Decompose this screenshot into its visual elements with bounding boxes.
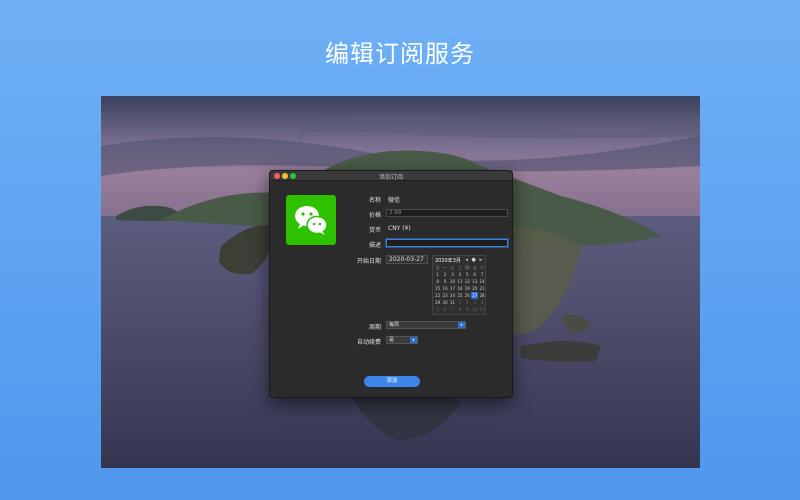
calendar-day[interactable]: 13	[471, 278, 478, 285]
calendar-nav-arrows[interactable]: ◂ ● ▸	[465, 257, 483, 263]
calendar-grid: 日 一 二 三 四 五 六 1 2 3 4 5 6 7 8 9 10 11 12…	[434, 264, 486, 313]
auto-renew-select-value: 是	[389, 337, 395, 343]
description-label: 描述	[368, 242, 381, 249]
calendar-day[interactable]: 14	[478, 278, 485, 285]
weekday-label: 日	[435, 265, 440, 270]
weekday-label: 三	[457, 265, 462, 270]
date-picker-calendar: 2020年3月 ◂ ● ▸ 日 一 二 三 四 五 六 1 2 3 4 5 6 …	[432, 255, 486, 315]
calendar-day[interactable]: 6	[441, 306, 448, 313]
window-title: 添加订阅	[378, 174, 403, 181]
price-input[interactable]: 2.99	[386, 209, 508, 217]
weekday-label: 一	[443, 265, 448, 270]
calendar-day[interactable]: 30	[441, 299, 448, 306]
calendar-day[interactable]: 7	[478, 271, 485, 278]
calendar-day[interactable]: 1	[434, 271, 441, 278]
chevron-down-icon: ▾	[410, 337, 417, 343]
name-value: 微信	[388, 197, 401, 204]
calendar-day[interactable]: 10	[471, 306, 478, 313]
period-label: 周期	[368, 324, 381, 331]
calendar-day[interactable]: 12	[464, 278, 471, 285]
wechat-icon[interactable]	[286, 195, 336, 245]
calendar-month-title: 2020年3月	[435, 258, 461, 264]
calendar-day[interactable]: 8	[434, 278, 441, 285]
calendar-day[interactable]: 24	[449, 292, 456, 299]
calendar-week-row: 15 16 17 18 19 20 21	[434, 285, 486, 292]
calendar-day[interactable]: 9	[464, 306, 471, 313]
calendar-week-row: 5 6 7 8 9 10 11	[434, 306, 486, 313]
calendar-day[interactable]: 3	[471, 299, 478, 306]
calendar-day[interactable]: 1	[456, 299, 463, 306]
weekday-label: 四	[465, 265, 470, 270]
calendar-day[interactable]: 5	[434, 306, 441, 313]
weekday-label: 二	[450, 265, 455, 270]
calendar-day[interactable]: 7	[449, 306, 456, 313]
weekday-label: 六	[480, 265, 485, 270]
name-label: 名称	[368, 197, 381, 204]
add-subscription-window: 添加订阅 名称 微信 价格 2.99 货币 CNY (¥) 描述 开始日期 20…	[269, 170, 513, 398]
chevron-down-icon: ▾	[458, 322, 465, 328]
calendar-day-selected[interactable]: 27	[470, 292, 479, 299]
price-label: 价格	[368, 212, 381, 219]
calendar-day[interactable]: 29	[434, 299, 441, 306]
currency-value[interactable]: CNY (¥)	[388, 225, 411, 232]
auto-renew-label: 自动续费	[356, 339, 381, 346]
page-headline: 编辑订阅服务	[325, 40, 475, 68]
calendar-day[interactable]: 4	[478, 299, 485, 306]
calendar-week-row: 22 23 24 25 26 27 28	[434, 292, 486, 299]
calendar-day[interactable]: 28	[478, 292, 485, 299]
window-titlebar: 添加订阅	[270, 171, 512, 181]
weekday-label: 五	[472, 265, 477, 270]
calendar-week-row: 8 9 10 11 12 13 14	[434, 278, 486, 285]
calendar-day[interactable]: 11	[478, 306, 485, 313]
calendar-day[interactable]: 23	[441, 292, 448, 299]
start-date-label: 开始日期	[356, 258, 381, 265]
calendar-day[interactable]: 6	[471, 271, 478, 278]
calendar-week-row: 1 2 3 4 5 6 7	[434, 271, 486, 278]
auto-renew-select[interactable]: 是 ▾	[386, 336, 418, 344]
add-button[interactable]: 添加	[364, 376, 420, 387]
period-select-value: 每周	[389, 322, 400, 328]
calendar-day[interactable]: 10	[449, 278, 456, 285]
calendar-day[interactable]: 3	[449, 271, 456, 278]
calendar-day[interactable]: 16	[441, 285, 448, 292]
description-input[interactable]	[386, 239, 508, 247]
calendar-day[interactable]: 26	[464, 292, 471, 299]
calendar-day[interactable]: 19	[464, 285, 471, 292]
calendar-day[interactable]: 2	[441, 271, 448, 278]
calendar-day[interactable]: 5	[464, 271, 471, 278]
calendar-day[interactable]: 31	[449, 299, 456, 306]
calendar-day[interactable]: 4	[456, 271, 463, 278]
calendar-day[interactable]: 21	[478, 285, 485, 292]
calendar-day[interactable]: 25	[456, 292, 463, 299]
start-date-field[interactable]: 2020-03-27	[386, 255, 428, 264]
calendar-day[interactable]: 17	[449, 285, 456, 292]
calendar-day[interactable]: 15	[434, 285, 441, 292]
calendar-day[interactable]: 20	[471, 285, 478, 292]
calendar-weekday-row: 日 一 二 三 四 五 六	[434, 264, 486, 271]
calendar-day[interactable]: 2	[464, 299, 471, 306]
calendar-day[interactable]: 22	[434, 292, 441, 299]
calendar-day[interactable]: 18	[456, 285, 463, 292]
calendar-day[interactable]: 11	[456, 278, 463, 285]
calendar-day[interactable]: 9	[441, 278, 448, 285]
period-select[interactable]: 每周 ▾	[386, 321, 466, 329]
calendar-day[interactable]: 8	[456, 306, 463, 313]
calendar-week-row: 29 30 31 1 2 3 4	[434, 299, 486, 306]
currency-label: 货币	[368, 227, 381, 234]
